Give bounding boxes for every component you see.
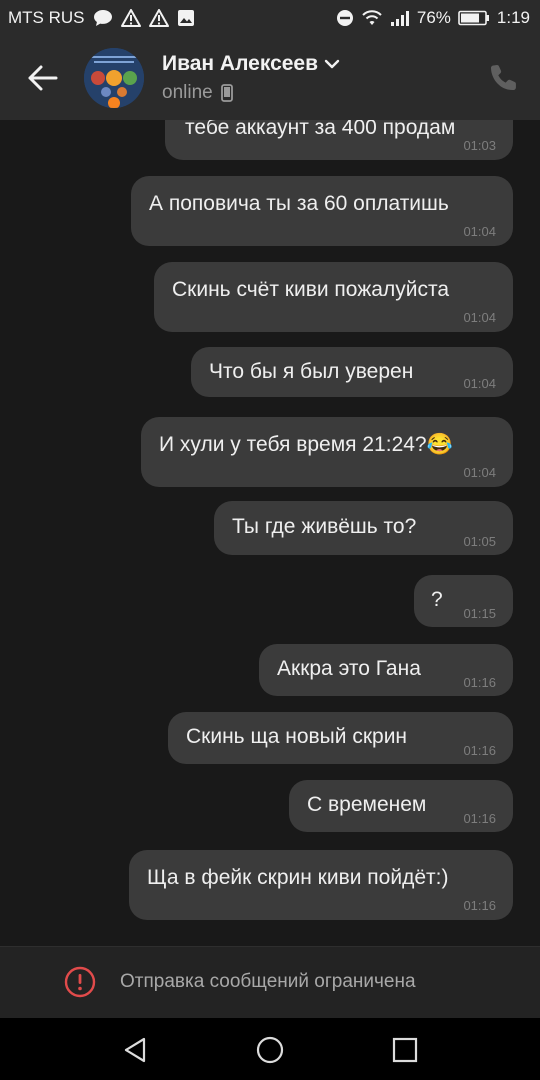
message-time: 01:15 [463, 606, 496, 621]
carrier-label: MTS RUS [8, 8, 85, 27]
message-bubble[interactable]: Ты где живёшь то? 01:05 [214, 501, 513, 555]
message-time: 01:16 [463, 743, 496, 758]
message-bubble[interactable]: С временем 01:16 [289, 780, 513, 832]
message-text: Ща в фейк скрин киви пойдёт:) [147, 866, 449, 889]
chat-header: Иван Алексеев online [0, 36, 540, 120]
system-nav-bar [0, 1018, 540, 1080]
image-icon [177, 9, 195, 27]
message-text: Аккра это Гана [277, 657, 421, 680]
messaging-restricted-banner: Отправка сообщений ограничена [0, 946, 540, 1019]
call-button[interactable] [488, 62, 520, 94]
message-text: Что бы я был уверен [209, 360, 414, 383]
battery-icon [458, 10, 490, 26]
avatar[interactable] [84, 48, 144, 108]
presence-label: online [162, 82, 213, 103]
message-bubble[interactable]: Скинь ща новый скрин 01:16 [168, 712, 513, 764]
chat-bubble-icon [93, 9, 113, 27]
contact-name-button[interactable]: Иван Алексеев [162, 52, 340, 76]
message-bubble[interactable]: Что бы я был уверен 01:04 [191, 347, 513, 397]
back-arrow-icon [28, 65, 58, 91]
status-bar-right: 76% 1:19 [336, 0, 530, 36]
presence-status: online [162, 82, 233, 104]
message-time: 01:16 [463, 811, 496, 826]
status-bar: MTS RUS 76% 1:19 [0, 0, 540, 36]
nav-back-icon [124, 1037, 146, 1063]
message-bubble[interactable]: ? 01:15 [414, 575, 513, 627]
message-time: 01:05 [463, 534, 496, 549]
message-bubble[interactable]: Ща в фейк скрин киви пойдёт:) 01:16 [129, 850, 513, 920]
message-text: Скинь ща новый скрин [186, 725, 408, 748]
phone-device-icon [220, 84, 233, 102]
message-bubble[interactable]: А поповича ты за 60 оплатишь 01:04 [131, 176, 513, 246]
message-time: 01:03 [463, 138, 496, 153]
alert-circle-icon [64, 966, 96, 998]
message-time: 01:04 [463, 310, 496, 325]
warning-icon [120, 9, 141, 27]
do-not-disturb-icon [336, 9, 354, 27]
message-bubble[interactable]: И хули у тебя время 21:24?😂 01:04 [141, 417, 513, 487]
restriction-text: Отправка сообщений ограничена [120, 971, 416, 992]
message-time: 01:16 [463, 898, 496, 913]
wifi-icon [361, 9, 383, 27]
message-text: тебе аккаунт за 400 продам [185, 120, 456, 139]
nav-home-icon [256, 1036, 284, 1064]
message-bubble[interactable]: Скинь счёт киви пожалуйста 01:04 [154, 262, 513, 332]
nav-home-button[interactable] [254, 1034, 286, 1066]
message-bubble[interactable]: Аккра это Гана 01:16 [259, 644, 513, 696]
message-time: 01:04 [463, 376, 496, 391]
call-icon [490, 65, 516, 91]
nav-recents-icon [392, 1037, 418, 1063]
message-time: 01:04 [463, 465, 496, 480]
nav-back-button[interactable] [119, 1034, 151, 1066]
clock: 1:19 [496, 8, 530, 27]
message-bubble[interactable]: тебе аккаунт за 400 продам 01:03 [165, 120, 513, 160]
message-time: 01:16 [463, 675, 496, 690]
message-text: ? [431, 588, 443, 611]
signal-icon [390, 9, 410, 27]
chevron-down-icon [324, 59, 340, 69]
nav-recents-button[interactable] [389, 1034, 421, 1066]
battery-percent: 76% [416, 8, 451, 27]
message-text: Скинь счёт киви пожалуйста [172, 278, 450, 301]
message-list[interactable]: тебе аккаунт за 400 продам 01:03 А попов… [0, 120, 540, 946]
message-text: И хули у тебя время 21:24?😂 [159, 433, 453, 456]
back-button[interactable] [22, 60, 62, 96]
message-text: А поповича ты за 60 оплатишь [149, 192, 449, 215]
message-time: 01:04 [463, 224, 496, 239]
message-text: С временем [307, 793, 427, 816]
contact-name: Иван Алексеев [162, 52, 319, 75]
status-bar-left: MTS RUS [8, 0, 195, 36]
message-text: Ты где живёшь то? [232, 515, 417, 538]
warning-icon [148, 9, 169, 27]
